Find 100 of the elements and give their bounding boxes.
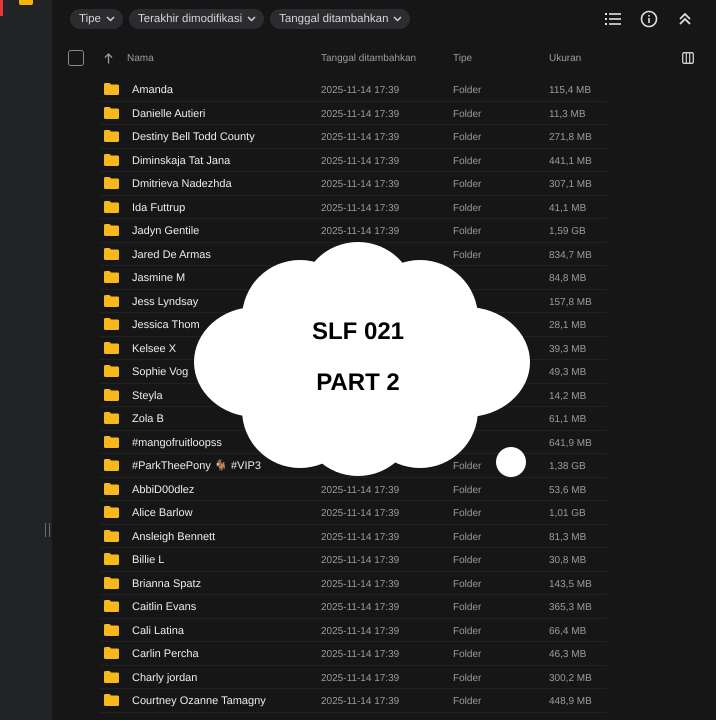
sort-arrow-icon[interactable] [104, 52, 113, 64]
file-name[interactable]: Carlin Percha [132, 648, 199, 660]
file-type: Folder [453, 156, 482, 167]
file-size: 39,3 MB [549, 344, 586, 355]
bubble-text: PART 2 [315, 369, 401, 397]
folder-icon [104, 154, 119, 166]
file-size: 11,3 MB [549, 108, 586, 120]
file-type: Folder [453, 85, 482, 96]
folder-icon [104, 530, 119, 542]
folder-icon [104, 200, 119, 213]
file-type: Folder [453, 696, 482, 708]
file-type: Folder [453, 508, 482, 520]
file-size: 641,9 MB [549, 438, 592, 449]
file-size: 84,8 MB [549, 273, 586, 284]
file-name[interactable]: Brianna Spatz [132, 578, 202, 590]
file-size: 1,59 GB [549, 226, 586, 238]
resize-handle[interactable] [45, 523, 50, 537]
date-added: 2025-11-14 17:39 [321, 672, 400, 684]
file-name[interactable]: #mangofruitloopss [132, 436, 222, 449]
file-name[interactable]: Jess Lyndsay [132, 296, 198, 308]
file-size: 66,4 MB [549, 626, 586, 637]
filter-chip[interactable]: Tipe [70, 9, 123, 29]
file-size: 307,1 MB [549, 179, 592, 190]
file-name[interactable]: Zola B [132, 413, 164, 426]
file-size: 46,3 MB [549, 649, 586, 660]
file-name[interactable]: Courtney Ozanne Tamagny [132, 695, 266, 708]
column-header[interactable]: Tipe [453, 52, 472, 64]
file-name[interactable]: Jared De Armas [132, 248, 211, 261]
file-name[interactable]: Destiny Bell Todd County [132, 131, 255, 144]
file-size: 14,2 MB [549, 390, 586, 402]
date-added: 2025-11-14 17:39 [321, 108, 400, 120]
select-all-checkbox[interactable] [68, 50, 84, 66]
file-size: 61,1 MB [549, 414, 586, 426]
file-type: Folder [453, 202, 482, 214]
file-name[interactable]: Ansleigh Bennett [132, 530, 216, 543]
file-type: Folder [453, 226, 482, 238]
file-size: 448,9 MB [549, 696, 592, 708]
columns-icon[interactable] [682, 52, 694, 64]
file-size: 271,8 MB [549, 132, 592, 144]
list-view-icon[interactable] [604, 10, 622, 28]
file-name[interactable]: Jadyn Gentile [132, 225, 200, 238]
column-header[interactable]: Tanggal ditambahkan [321, 52, 416, 64]
file-name[interactable]: Charly jordan [132, 672, 198, 684]
info-icon[interactable] [640, 10, 658, 28]
file-type: Folder [453, 578, 482, 590]
folder-icon [104, 83, 119, 96]
file-name[interactable]: Dmitrieva Nadezhda [132, 178, 232, 190]
date-added: 2025-11-14 17:39 [321, 156, 400, 167]
date-added: 2025-11-14 17:39 [321, 85, 400, 96]
file-size: 115,4 MB [549, 85, 592, 96]
file-name[interactable]: Alice Barlow [132, 507, 193, 520]
column-header[interactable]: Ukuran [549, 52, 582, 64]
folder-icon [104, 600, 119, 612]
file-type: Folder [453, 484, 482, 496]
file-size: 28,1 MB [549, 320, 586, 332]
active-indicator [0, 0, 3, 16]
file-name[interactable]: Sophie Vog [132, 366, 188, 378]
file-name[interactable]: Caitlin Evans [132, 601, 196, 614]
file-name[interactable]: Cali Latina [132, 624, 184, 637]
filter-chip[interactable]: Tanggal ditambahkan [270, 9, 410, 29]
file-name[interactable]: Steyla [132, 390, 163, 402]
folder-icon [104, 294, 119, 307]
date-added: 2025-11-14 17:39 [321, 179, 400, 190]
file-name[interactable]: Jasmine M [132, 272, 186, 284]
folder-icon [104, 506, 119, 518]
file-type: Folder [453, 132, 482, 144]
date-added: 2025-11-14 17:39 [321, 226, 400, 238]
file-type: Folder [453, 602, 482, 614]
file-name[interactable]: Danielle Autieri [132, 108, 206, 120]
folder-icon [104, 670, 119, 683]
folder-icon [104, 647, 119, 660]
file-size: 30,8 MB [549, 555, 586, 566]
file-size: 157,8 MB [549, 296, 592, 308]
file-type: Folder [453, 250, 482, 261]
chevron-down-icon [106, 16, 115, 22]
file-size: 49,3 MB [549, 367, 586, 378]
file-name[interactable]: Billie L [132, 554, 164, 566]
filter-chip[interactable]: Terakhir dimodifikasi [128, 9, 264, 29]
folder-icon [104, 342, 119, 354]
folder-icon [104, 106, 119, 119]
file-size: 53,6 MB [549, 484, 586, 496]
file-name[interactable]: Jessica Thom [132, 319, 200, 332]
file-size: 81,3 MB [549, 532, 586, 543]
file-type: Folder [453, 555, 482, 566]
file-name[interactable]: Diminskaja Tat Jana [132, 154, 230, 167]
date-added: 2025-11-14 17:39 [321, 132, 400, 144]
folder-icon [104, 576, 119, 589]
file-name[interactable]: Kelsee X [132, 342, 176, 355]
date-added: 2025-11-14 17:39 [321, 202, 400, 214]
file-size: 143,5 MB [549, 578, 592, 590]
column-header[interactable]: Nama [127, 52, 154, 64]
folder-icon [104, 553, 119, 566]
file-name[interactable]: Amanda [132, 84, 173, 96]
file-type: Folder [453, 649, 482, 660]
chevron-down-icon [393, 16, 402, 22]
file-name[interactable]: Ida Futtrup [132, 202, 186, 214]
folder-icon [104, 224, 119, 236]
folder-icon [104, 436, 119, 448]
file-name[interactable]: #ParkTheePony 🐐 #VIP3 [132, 460, 261, 472]
file-name[interactable]: AbbiD00dlez [132, 484, 194, 496]
